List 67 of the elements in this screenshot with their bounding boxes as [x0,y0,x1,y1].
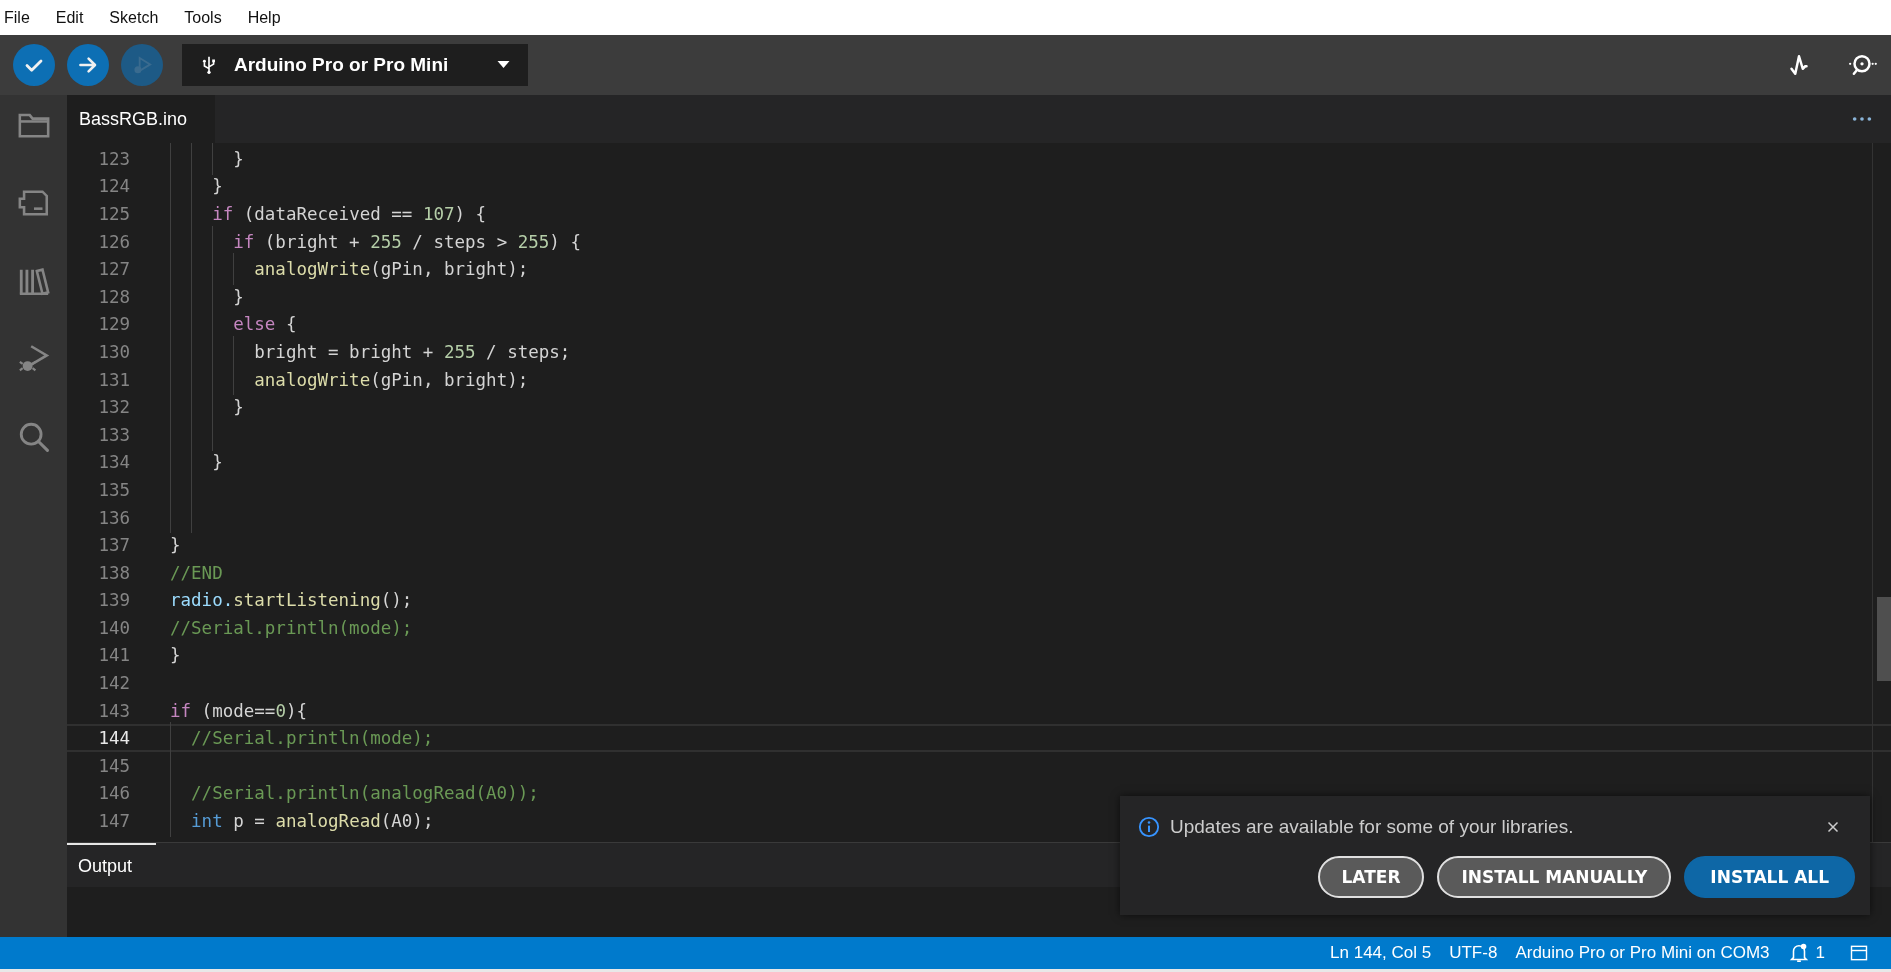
line-number: 131 [97,369,130,390]
verify-button[interactable] [13,44,55,86]
code-line: if (mode==0){ [170,700,307,721]
line-number: 135 [97,479,130,500]
line-number: 128 [97,286,130,307]
line-number: 132 [97,397,130,418]
line-number: 142 [97,673,130,694]
line-number: 124 [97,176,130,197]
code-line: } [212,452,223,473]
scrollbar-thumb[interactable] [1877,597,1891,681]
menu-item[interactable]: File [4,8,42,27]
file-tab[interactable]: BassRGB.ino [67,95,215,143]
notification-message: Updates are available for some of your libraries. [1170,816,1574,838]
line-number: 143 [97,700,130,721]
menu-item[interactable]: Tools [184,8,234,27]
notification-button[interactable]: INSTALL MANUALLY [1437,856,1672,898]
line-number: 129 [97,314,130,335]
line-number: 130 [97,341,130,362]
line-number: 133 [97,424,130,445]
line-number: 127 [97,259,130,280]
code-line: } [233,286,244,307]
notification-button[interactable]: LATER [1317,856,1425,898]
upload-button[interactable] [67,44,109,86]
line-number: 134 [97,452,130,473]
code-line: int p = analogRead(A0); [191,811,434,832]
info-icon [1138,816,1160,838]
code-line: } [170,535,181,556]
line-number: 126 [97,231,130,252]
code-line: //END [170,562,223,583]
code-line: } [212,176,223,197]
code-line: //Serial.println(mode); [170,617,413,638]
code-line: bright = bright + 255 / steps; [254,341,571,362]
line-number: 140 [97,617,130,638]
code-line: //Serial.println(analogRead(A0)); [191,783,539,804]
line-number: 141 [97,645,130,666]
code-line: radio.startListening(); [170,590,413,611]
code-line: //Serial.println(mode); [191,728,434,749]
line-number: 136 [97,507,130,528]
code-line: analogWrite(gPin, bright); [254,259,529,280]
line-number: 125 [97,204,130,224]
menu-item[interactable]: Edit [55,8,96,27]
line-number: 139 [97,590,130,611]
menu-item[interactable]: Help [247,8,293,27]
code-line: if (bright + 255 / steps > 255) { [233,231,581,252]
code-line: analogWrite(gPin, bright); [254,369,529,390]
line-number: 144 [97,728,130,749]
status-item[interactable]: Ln 144, Col 5 [1330,943,1432,963]
caret-icon [497,61,510,69]
line-number: 145 [97,755,130,776]
notification-count: 1 [1815,943,1825,963]
code-line: if (dataReceived == 107) { [212,204,487,224]
status-item[interactable]: UTF-8 [1449,943,1498,963]
panel-icon[interactable] [1849,943,1869,963]
line-number: 147 [97,811,130,832]
bell-icon[interactable] [1787,942,1810,964]
line-number: 146 [97,783,130,804]
code-line: } [233,397,244,418]
line-number: 123 [97,148,130,169]
install-all-button[interactable]: INSTALL ALL [1684,856,1855,898]
board-selector[interactable]: Arduino Pro or Pro Mini [182,44,528,86]
code-line: } [170,645,181,666]
line-number: 138 [97,562,130,583]
code-line: else { [233,314,297,335]
line-number: 137 [97,535,130,556]
code-line: } [233,148,244,169]
menu-item[interactable]: Sketch [109,8,171,27]
status-item[interactable]: Arduino Pro or Pro Mini on COM3 [1515,943,1770,963]
